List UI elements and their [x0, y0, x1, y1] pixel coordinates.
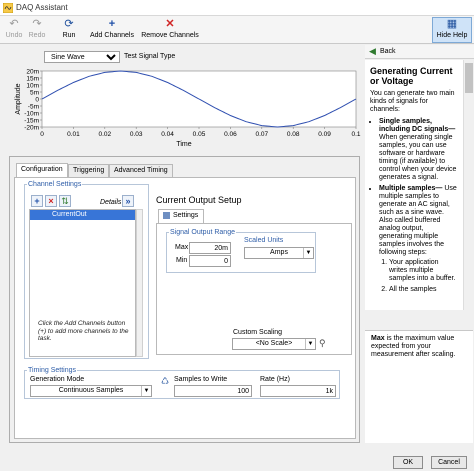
y-tick-label: -15m: [24, 117, 39, 124]
settings-tab[interactable]: Settings: [158, 209, 204, 223]
y-tick-label: -5m: [28, 103, 39, 110]
title-bar: DAQ Assistant: [0, 0, 474, 16]
min-input[interactable]: [189, 255, 231, 267]
signal-preview-graph: Sine Wave Test Signal Type 20m 15m 10m 5m 0-…: [0, 45, 364, 153]
x-tick-label: 0.05: [193, 131, 206, 138]
help-scroll-thumb[interactable]: [465, 63, 473, 93]
channel-settings-legend: Channel Settings: [28, 181, 82, 188]
field-help-box: Max is the maximum value expected from y…: [365, 330, 473, 443]
setup-title: Current Output Setup: [156, 195, 242, 205]
x-axis-label: Time: [176, 141, 191, 148]
plus-icon: +: [108, 18, 116, 30]
back-arrow-icon[interactable]: ◀: [369, 47, 376, 56]
help-list-item: Single samples, including DC signals— Wh…: [379, 118, 458, 182]
x-tick-label: 0.02: [98, 131, 111, 138]
x-tick-label: 0.04: [161, 131, 174, 138]
remove-channel-icon[interactable]: ×: [45, 195, 57, 207]
help-intro: You can generate two main kinds of signa…: [370, 90, 455, 113]
x-tick-label: 0.07: [255, 131, 268, 138]
add-channel-icon[interactable]: +: [31, 195, 43, 207]
y-tick-label: 5m: [30, 89, 39, 96]
details-toggle-icon[interactable]: »: [122, 195, 134, 207]
channel-list-item[interactable]: CurrentOut: [30, 210, 135, 220]
help-content: Generating Current or Voltage You can ge…: [365, 60, 463, 310]
details-label: Details: [100, 199, 122, 206]
help-scrollbar[interactable]: [463, 60, 473, 310]
undo-icon: ↶: [9, 18, 19, 30]
x-tick-label: 0.08: [287, 131, 300, 138]
settings-tab-icon: [163, 212, 170, 219]
scale-browse-icon[interactable]: ⚲: [319, 338, 326, 348]
field-help-name: Max: [371, 335, 385, 342]
help-steps: Your application writes multiple samples…: [379, 259, 458, 294]
window-title: DAQ Assistant: [16, 3, 68, 12]
remove-icon: ✕: [165, 18, 175, 30]
add-channels-button[interactable]: + Add Channels: [89, 18, 135, 42]
timing-sync-icon[interactable]: ♺: [161, 377, 169, 386]
ok-button[interactable]: OK: [393, 456, 423, 469]
x-tick-label: 0.09: [318, 131, 331, 138]
remove-channels-button[interactable]: ✕ Remove Channels: [140, 18, 200, 42]
y-tick-label: 15m: [26, 75, 39, 82]
help-list-item: Multiple samples— Use multiple samples t…: [379, 185, 458, 294]
min-label: Min: [176, 257, 188, 264]
undo-button[interactable]: ↶ Undo: [4, 18, 24, 42]
cancel-button[interactable]: Cancel: [431, 456, 467, 469]
channel-list: CurrentOut Click the Add Channels button…: [29, 209, 136, 357]
generation-mode-select[interactable]: Continuous Samples ▼: [30, 385, 152, 397]
custom-scaling-select[interactable]: <No Scale> ▼: [232, 338, 316, 350]
y-tick-label: 10m: [26, 82, 39, 89]
timing-settings-legend: Timing Settings: [28, 367, 76, 374]
max-input[interactable]: [189, 242, 231, 254]
chevron-down-icon: ▼: [141, 386, 151, 396]
chevron-down-icon: ▼: [305, 339, 315, 349]
channel-hint: Click the Add Channels button (+) to add…: [38, 320, 129, 342]
x-tick-label: 0: [40, 131, 44, 138]
amplitude-chart: 20m15m10m5m0-5m-10m-15m-20m 0 0.01 0.02 0.0…: [15, 68, 361, 148]
help-back-link[interactable]: Back: [380, 48, 396, 55]
y-tick-label: -20m: [24, 124, 39, 131]
tab-triggering[interactable]: Triggering: [68, 164, 110, 177]
run-icon: ⟳: [64, 18, 74, 30]
x-tick-label: 0.01: [67, 131, 80, 138]
samples-to-write-label: Samples to Write: [174, 376, 228, 383]
rename-channel-icon[interactable]: ⇅: [59, 195, 71, 207]
help-navigation: ◀ Back: [365, 45, 474, 59]
scaled-units-label: Scaled Units: [244, 237, 284, 244]
tab-advanced-timing[interactable]: Advanced Timing: [109, 164, 173, 177]
y-tick-label: 20m: [26, 68, 39, 75]
run-button[interactable]: ⟳ Run: [56, 18, 82, 42]
redo-icon: ↷: [32, 18, 42, 30]
y-tick-label: -10m: [24, 110, 39, 117]
rate-input[interactable]: [260, 385, 336, 397]
rate-label: Rate (Hz): [260, 376, 290, 383]
toolbar: ↶ Undo ↷ Redo ⟳ Run + Add Channels ✕ Rem…: [0, 16, 474, 44]
help-step: Your application writes multiple samples…: [389, 259, 458, 283]
scaled-units-select[interactable]: Amps ▼: [244, 247, 314, 259]
y-tick-label: 0: [35, 96, 39, 103]
max-label: Max: [175, 244, 189, 251]
help-list: Single samples, including DC signals— Wh…: [370, 118, 458, 294]
daq-app-icon: [3, 3, 13, 13]
generation-mode-label: Generation Mode: [30, 376, 85, 383]
tab-configuration[interactable]: Configuration: [16, 163, 68, 177]
help-panel-icon: ▦: [446, 18, 458, 30]
x-tick-label: 0.1: [351, 131, 360, 138]
chevron-down-icon: ▼: [303, 248, 313, 258]
x-tick-label: 0.06: [224, 131, 237, 138]
custom-scaling-label: Custom Scaling: [233, 329, 283, 336]
signal-output-range-legend: Signal Output Range: [170, 229, 235, 236]
redo-button[interactable]: ↷ Redo: [27, 18, 47, 42]
help-title: Generating Current or Voltage: [370, 66, 453, 86]
x-tick-label: 0.03: [130, 131, 143, 138]
channel-list-scrollbar[interactable]: [136, 209, 143, 357]
y-axis-label: Amplitude: [15, 83, 22, 114]
hide-help-button[interactable]: ▦ Hide Help: [432, 17, 472, 43]
help-step: All the samples: [389, 286, 458, 294]
samples-to-write-input[interactable]: [174, 385, 252, 397]
